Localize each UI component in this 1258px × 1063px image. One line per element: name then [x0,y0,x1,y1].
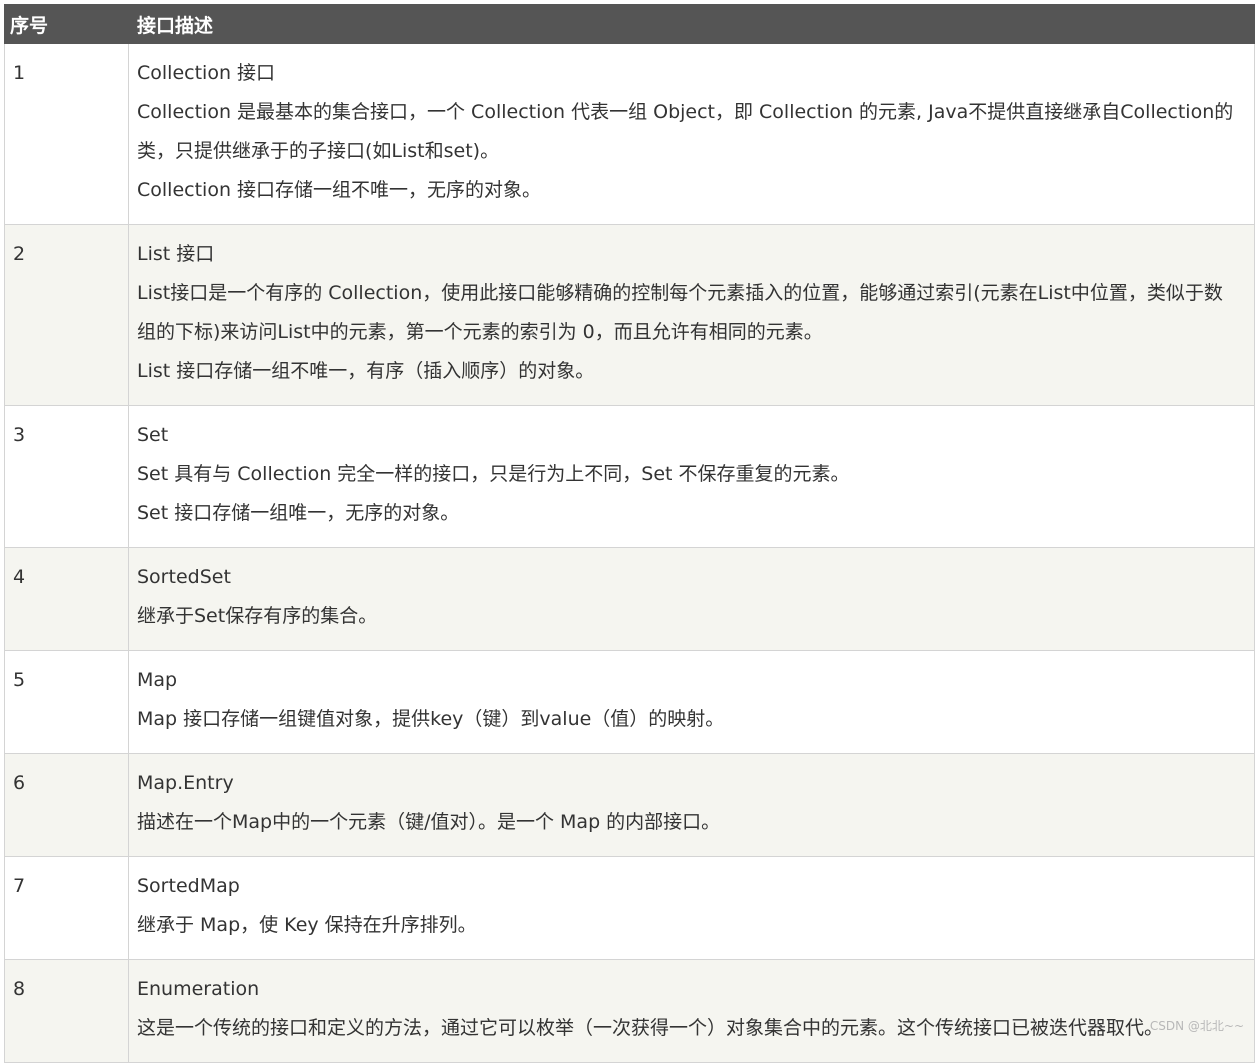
row-desc: Map Map 接口存储一组键值对象，提供key（键）到value（值）的映射。 [128,650,1255,754]
row-num: 4 [4,547,129,651]
table-row: 8 Enumeration 这是一个传统的接口和定义的方法，通过它可以枚举（一次… [4,959,1255,1063]
row-num: 2 [4,224,129,406]
table-row: 6 Map.Entry 描述在一个Map中的一个元素（键/值对）。是一个 Map… [4,753,1255,857]
row-text: Collection 接口存储一组不唯一，无序的对象。 [137,179,542,201]
row-text: Set 接口存储一组唯一，无序的对象。 [137,502,460,524]
interface-table: 序号 接口描述 1 Collection 接口 Collection 是最基本的… [4,4,1255,1063]
row-desc: SortedSet 继承于Set保存有序的集合。 [128,547,1255,651]
row-text: 继承于Set保存有序的集合。 [137,605,378,627]
row-text: 描述在一个Map中的一个元素（键/值对）。是一个 Map 的内部接口。 [137,811,721,833]
row-desc: Set Set 具有与 Collection 完全一样的接口，只是行为上不同，S… [128,405,1255,548]
row-title: Map.Entry [137,772,234,794]
table-row: 4 SortedSet 继承于Set保存有序的集合。 [4,547,1255,651]
row-title: SortedSet [137,566,231,588]
row-num: 7 [4,856,129,960]
table-row: 3 Set Set 具有与 Collection 完全一样的接口，只是行为上不同… [4,405,1255,548]
row-num: 6 [4,753,129,857]
row-title: Map [137,669,178,691]
row-title: Set [137,424,169,446]
row-text: Collection 是最基本的集合接口，一个 Collection 代表一组 … [137,101,1234,162]
row-num: 1 [4,43,129,225]
row-num: 5 [4,650,129,754]
header-num: 序号 [4,4,129,44]
row-text: 继承于 Map，使 Key 保持在升序排列。 [137,914,477,936]
row-num: 3 [4,405,129,548]
row-desc: Collection 接口 Collection 是最基本的集合接口，一个 Co… [128,43,1255,225]
table-row: 5 Map Map 接口存储一组键值对象，提供key（键）到value（值）的映… [4,650,1255,754]
interface-table-container: 序号 接口描述 1 Collection 接口 Collection 是最基本的… [4,4,1255,1063]
row-text: List接口是一个有序的 Collection，使用此接口能够精确的控制每个元素… [137,282,1223,343]
row-num: 8 [4,959,129,1063]
watermark: CSDN @北北~~ [1149,1019,1244,1033]
row-text: Map 接口存储一组键值对象，提供key（键）到value（值）的映射。 [137,708,725,730]
row-desc: List 接口 List接口是一个有序的 Collection，使用此接口能够精… [128,224,1255,406]
table-row: 2 List 接口 List接口是一个有序的 Collection，使用此接口能… [4,224,1255,406]
table-row: 1 Collection 接口 Collection 是最基本的集合接口，一个 … [4,43,1255,225]
table-row: 7 SortedMap 继承于 Map，使 Key 保持在升序排列。 [4,856,1255,960]
row-title: Enumeration [137,978,260,1000]
row-title: SortedMap [137,875,240,897]
header-desc: 接口描述 [128,4,1255,44]
table-header-row: 序号 接口描述 [4,4,1255,44]
row-title: Collection 接口 [137,62,276,84]
row-title: List 接口 [137,243,215,265]
row-text: Set 具有与 Collection 完全一样的接口，只是行为上不同，Set 不… [137,463,850,485]
row-text: List 接口存储一组不唯一，有序（插入顺序）的对象。 [137,360,595,382]
row-desc: SortedMap 继承于 Map，使 Key 保持在升序排列。 [128,856,1255,960]
row-desc: Map.Entry 描述在一个Map中的一个元素（键/值对）。是一个 Map 的… [128,753,1255,857]
row-desc: Enumeration 这是一个传统的接口和定义的方法，通过它可以枚举（一次获得… [128,959,1255,1063]
row-text: 这是一个传统的接口和定义的方法，通过它可以枚举（一次获得一个）对象集合中的元素。… [137,1017,1164,1039]
